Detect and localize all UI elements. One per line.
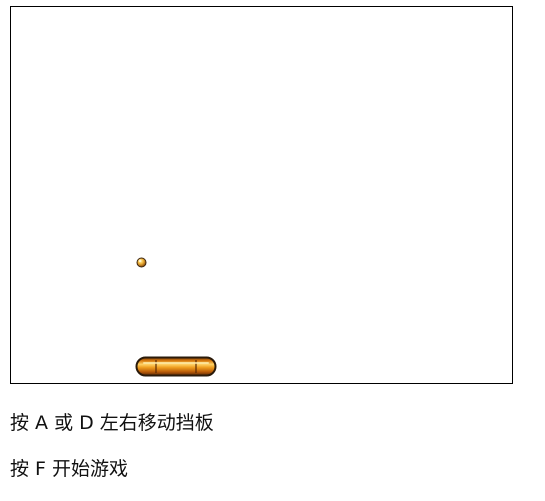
start-instruction-text: 按 F 开始游戏 xyxy=(10,458,129,480)
move-instruction-text: 按 A 或 D 左右移动挡板 xyxy=(10,412,214,434)
paddle[interactable] xyxy=(135,356,217,377)
game-canvas[interactable] xyxy=(10,6,513,384)
ball xyxy=(136,257,147,268)
game-field xyxy=(135,257,217,377)
